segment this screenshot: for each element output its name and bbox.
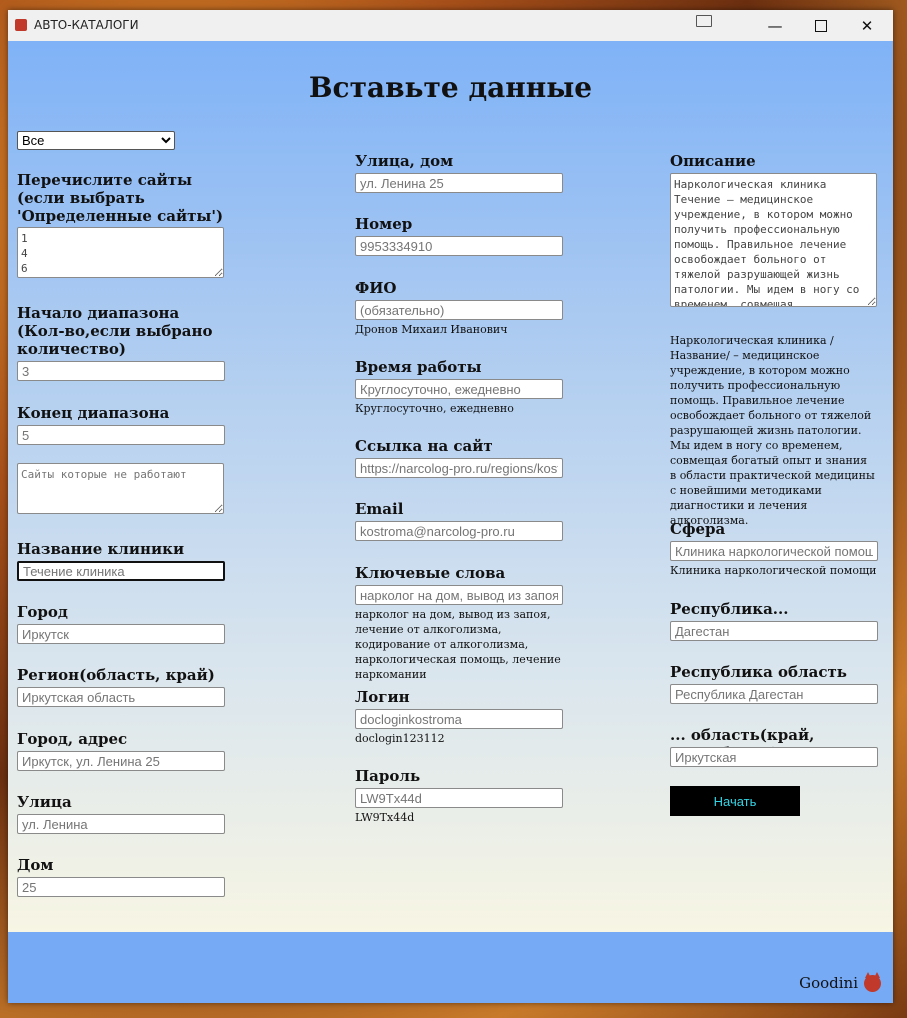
republic-label: Республика...: [670, 600, 789, 618]
house-label: Дом: [17, 856, 54, 874]
password-input[interactable]: [355, 788, 563, 808]
sites-textarea[interactable]: 1 4 6: [17, 227, 224, 278]
email-label: Email: [355, 500, 404, 518]
footer: Goodini: [8, 932, 893, 1003]
republic-input[interactable]: [670, 621, 878, 641]
city-address-label: Город, адрес: [17, 730, 128, 748]
region-input[interactable]: [17, 687, 225, 707]
range-end-input[interactable]: [17, 425, 225, 445]
footer-brand: Goodini: [799, 971, 881, 992]
password-label: Пароль: [355, 767, 421, 785]
range-end-label: Конец диапазона: [17, 404, 170, 422]
republic-region-input[interactable]: [670, 684, 878, 704]
sites-label: Перечислите сайты (если выбрать 'Определ…: [17, 171, 224, 225]
close-button[interactable]: ✕: [844, 10, 890, 41]
oblast-input[interactable]: [670, 747, 878, 767]
city-label: Город: [17, 603, 68, 621]
title-bar: АВТО-КАТАЛОГИ — ✕: [8, 10, 893, 41]
minimize-button[interactable]: —: [752, 10, 798, 41]
description-label: Описание: [670, 152, 756, 170]
login-label: Логин: [355, 688, 410, 706]
keywords-note: нарколог на дом, вывод из запоя, лечение…: [355, 608, 561, 681]
keywords-label: Ключевые слова: [355, 564, 506, 582]
fio-input[interactable]: [355, 300, 563, 320]
app-icon: [15, 19, 27, 31]
password-note: LW9Tx44d: [355, 811, 415, 824]
site-link-input[interactable]: [355, 458, 563, 478]
sphere-label: Сфера: [670, 520, 726, 538]
phone-input[interactable]: [355, 236, 563, 256]
region-label: Регион(область, край): [17, 666, 215, 684]
start-button[interactable]: Начать: [670, 786, 800, 816]
hours-input[interactable]: [355, 379, 563, 399]
login-note: doclogin123112: [355, 732, 445, 745]
phone-label: Номер: [355, 215, 413, 233]
broken-sites-textarea[interactable]: [17, 463, 224, 514]
street-input[interactable]: [17, 814, 225, 834]
range-start-input[interactable]: [17, 361, 225, 381]
maximize-icon: [815, 19, 827, 32]
login-input[interactable]: [355, 709, 563, 729]
page-title: Вставьте данные: [308, 71, 593, 104]
devil-logo-icon: [864, 971, 881, 992]
city-input[interactable]: [17, 624, 225, 644]
street-house-label: Улица, дом: [355, 152, 454, 170]
republic-region-label: Республика область: [670, 663, 847, 681]
street-house-input[interactable]: [355, 173, 563, 193]
close-icon: ✕: [860, 16, 874, 35]
window-title: АВТО-КАТАЛОГИ: [34, 18, 139, 32]
maximize-button[interactable]: [798, 10, 844, 41]
house-input[interactable]: [17, 877, 225, 897]
sphere-input[interactable]: [670, 541, 878, 561]
street-label: Улица: [17, 793, 72, 811]
hours-label: Время работы: [355, 358, 482, 376]
fio-label: ФИО: [355, 279, 397, 297]
city-address-input[interactable]: [17, 751, 225, 771]
site-mode-select[interactable]: Все: [17, 131, 175, 150]
description-note: Наркологическая клиника /Название/ – мед…: [670, 334, 875, 527]
range-start-label: Начало диапазона (Кол-во,если выбрано ко…: [17, 304, 213, 358]
sphere-note: Клиника наркологической помощи: [670, 564, 877, 577]
email-input[interactable]: [355, 521, 563, 541]
app-window: АВТО-КАТАЛОГИ — ✕ Вставьте данные Все Пе…: [8, 10, 893, 1003]
clinic-name-input[interactable]: [17, 561, 225, 581]
form-area: Вставьте данные Все Перечислите сайты (е…: [8, 41, 893, 932]
brand-name: Goodini: [799, 974, 858, 992]
keywords-input[interactable]: [355, 585, 563, 605]
fio-note: Дронов Михаил Иванович: [355, 323, 508, 336]
hours-note: Круглосуточно, ежедневно: [355, 402, 514, 415]
minimize-icon: —: [767, 16, 783, 35]
snap-layout-icon[interactable]: [696, 15, 712, 27]
description-textarea[interactable]: Наркологическая клиника Течение – медици…: [670, 173, 877, 307]
clinic-name-label: Название клиники: [17, 540, 185, 558]
site-link-label: Ссылка на сайт: [355, 437, 493, 455]
